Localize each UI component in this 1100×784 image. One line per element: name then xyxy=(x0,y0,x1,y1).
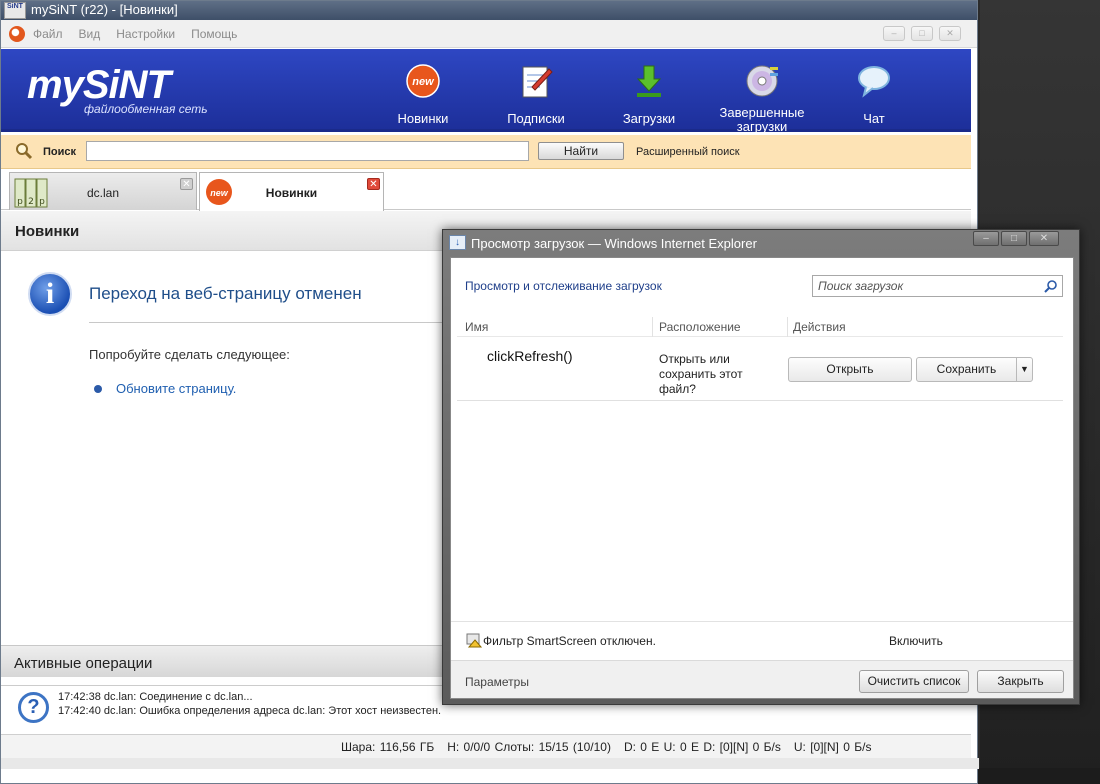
dialog-close-button[interactable]: ✕ xyxy=(1029,231,1059,246)
nav-subscriptions-button[interactable]: Подписки xyxy=(486,57,586,129)
chat-bubble-icon xyxy=(858,66,890,98)
download-location-text: Открыть или сохранить этот файл? xyxy=(659,352,743,396)
save-button[interactable]: Сохранить xyxy=(916,357,1017,382)
window-title: mySiNT (r22) - [Новинки] xyxy=(31,2,178,17)
nav-new-button[interactable]: new Новинки xyxy=(373,57,473,129)
options-link[interactable]: Параметры xyxy=(465,675,529,689)
footer-divider xyxy=(451,621,1073,622)
search-button[interactable]: Найти xyxy=(538,142,624,160)
column-location[interactable]: Расположение xyxy=(659,320,741,334)
help-question-icon: ? xyxy=(18,692,49,723)
search-icon xyxy=(16,143,33,160)
nav-downloads-label: Загрузки xyxy=(622,111,676,126)
ie-download-icon: ↓ xyxy=(449,235,466,250)
search-bar: Поиск Найти Расширенный поиск xyxy=(1,135,971,169)
bullet-icon xyxy=(94,385,102,393)
column-actions[interactable]: Действия xyxy=(793,320,846,334)
dialog-maximize-button[interactable]: □ xyxy=(1001,231,1027,246)
menu-view[interactable]: Вид xyxy=(79,27,101,41)
navigation-canceled-title: Переход на веб-страницу отменен xyxy=(89,284,362,303)
status-text: Шара: 116,56 ГБ H: 0/0/0 Слоты: 15/15 (1… xyxy=(341,739,872,754)
suggestion-text: Попробуйте сделать следующее: xyxy=(89,347,290,362)
app-logo-icon: SiNT xyxy=(4,2,26,19)
notepad-pencil-icon xyxy=(522,66,553,98)
tab-new-label: Новинки xyxy=(265,186,318,200)
dialog-heading: Просмотр и отслеживание загрузок xyxy=(465,279,662,293)
smartscreen-enable-link[interactable]: Включить xyxy=(889,634,943,648)
dialog-title: Просмотр загрузок — Windows Internet Exp… xyxy=(471,236,757,251)
download-search-input[interactable]: Поиск загрузок xyxy=(812,275,1063,297)
window-bottom-border xyxy=(1,758,979,769)
tab-dc-lan-label: dc.lan xyxy=(86,186,120,200)
app-menu-icon[interactable] xyxy=(9,25,25,42)
dialog-body: Просмотр и отслеживание загрузок Поиск з… xyxy=(450,257,1074,699)
menu-help[interactable]: Помощь xyxy=(191,27,237,41)
tab-new-close-icon[interactable]: ✕ xyxy=(367,178,380,190)
active-operations-title: Активные операции xyxy=(14,655,153,672)
close-button[interactable]: ✕ xyxy=(939,26,961,41)
window-controls: – □ ✕ xyxy=(877,26,961,41)
close-dialog-button[interactable]: Закрыть xyxy=(977,670,1064,693)
nav-chat-button[interactable]: Чат xyxy=(824,57,924,129)
nav-downloads-button[interactable]: Загрузки xyxy=(599,57,699,129)
search-label: Поиск xyxy=(43,146,77,158)
svg-text:new: new xyxy=(412,76,435,88)
refresh-page-link[interactable]: Обновите страницу. xyxy=(116,381,236,396)
status-bar: Шара: 116,56 ГБ H: 0/0/0 Слоты: 15/15 (1… xyxy=(1,734,971,758)
smartscreen-warning-icon xyxy=(466,633,482,648)
save-dropdown-chevron-down-icon[interactable]: ▼ xyxy=(1016,357,1033,382)
nav-subscriptions-label: Подписки xyxy=(507,111,565,126)
tab-dc-lan-close-icon[interactable]: ✕ xyxy=(180,178,193,190)
download-arrow-icon xyxy=(636,65,662,97)
clear-list-button[interactable]: Очистить список xyxy=(859,670,969,693)
menubar: Файл Вид Настройки Помощь – □ ✕ xyxy=(1,20,977,48)
nav-completed-button[interactable]: Завершенные загрузки xyxy=(712,57,812,134)
search-input[interactable] xyxy=(86,141,529,161)
download-search-placeholder: Поиск загрузок xyxy=(818,279,904,293)
tab-dc-lan[interactable]: p 2 p dc.lan ✕ xyxy=(9,172,197,210)
column-header-bar: Имя Расположение Действия xyxy=(457,317,1063,337)
minimize-button[interactable]: – xyxy=(883,26,905,41)
menu-file[interactable]: Файл xyxy=(33,27,63,41)
cd-disc-icon xyxy=(746,65,778,97)
column-separator xyxy=(652,317,653,337)
column-separator xyxy=(787,317,788,337)
tab-new[interactable]: new Новинки ✕ xyxy=(199,172,384,211)
maximize-button[interactable]: □ xyxy=(911,26,933,41)
nav-new-label: Новинки xyxy=(397,111,449,126)
new-badge-icon: new xyxy=(406,64,440,98)
dialog-footer: Параметры Очистить список Закрыть xyxy=(451,660,1073,698)
brand-tagline: файлообменная сеть xyxy=(84,102,208,116)
download-file-name: clickRefresh() xyxy=(487,348,573,364)
content-divider xyxy=(89,322,449,323)
download-manager-dialog: ↓ Просмотр загрузок — Windows Internet E… xyxy=(442,229,1080,705)
menu-settings[interactable]: Настройки xyxy=(116,27,175,41)
advanced-search-link[interactable]: Расширенный поиск xyxy=(636,146,740,158)
column-name[interactable]: Имя xyxy=(465,320,488,334)
header-banner: mySiNT файлообменная сеть new Новинки По… xyxy=(1,49,971,134)
smartscreen-status-text: Фильтр SmartScreen отключен. xyxy=(483,634,656,648)
nav-chat-label: Чат xyxy=(863,111,885,126)
search-icon[interactable] xyxy=(1044,279,1058,293)
page-title: Новинки xyxy=(15,223,80,240)
nav-completed-label: Завершенные загрузки xyxy=(719,105,805,134)
info-icon: i xyxy=(28,272,72,316)
log-line: 17:42:38 dc.lan: Соединение с dc.lan... xyxy=(58,691,253,703)
dialog-minimize-button[interactable]: – xyxy=(973,231,999,246)
log-line: 17:42:40 dc.lan: Ошибка определения адре… xyxy=(58,705,442,717)
window-titlebar[interactable]: mySiNT (r22) - [Новинки] xyxy=(1,1,977,20)
open-button[interactable]: Открыть xyxy=(788,357,912,382)
row-divider xyxy=(457,400,1063,401)
tab-strip: p 2 p dc.lan ✕ new Новинки ✕ xyxy=(1,170,971,211)
